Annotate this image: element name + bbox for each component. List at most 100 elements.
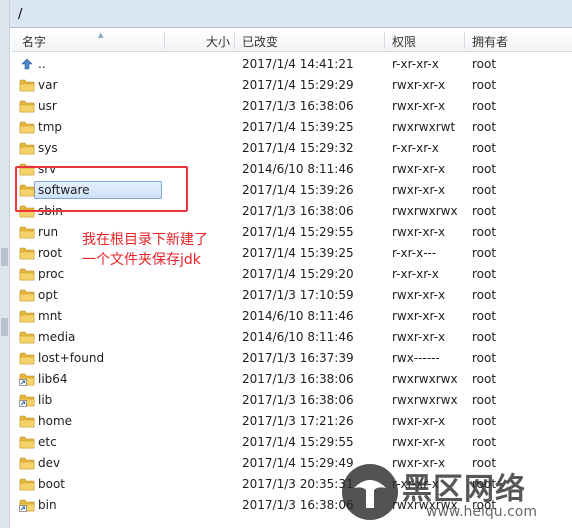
file-row[interactable]: boot 2017/1/3 20:35:31 r-xr-xr-x root — [12, 474, 572, 495]
file-permissions: rwxrwxrwx — [392, 393, 458, 407]
file-owner: root — [472, 99, 497, 113]
file-owner: root — [472, 225, 497, 239]
file-row[interactable]: .. 2017/1/4 14:41:21 r-xr-xr-x root — [12, 54, 572, 75]
folder-icon — [19, 288, 35, 302]
file-owner: root — [472, 372, 497, 386]
folder-icon — [19, 309, 35, 323]
file-row[interactable]: usr 2017/1/3 16:38:06 rwxr-xr-x root — [12, 96, 572, 117]
file-modified: 2017/1/4 15:29:55 — [242, 435, 354, 449]
file-permissions: rwxr-xr-x — [392, 183, 446, 197]
parent-dir-icon — [19, 57, 35, 71]
file-row[interactable]: bin 2017/1/3 16:38:06 rwxrwxrwx root — [12, 495, 572, 516]
file-permissions: rwxr-xr-x — [392, 456, 446, 470]
file-name: sys — [38, 141, 58, 155]
file-owner: root — [472, 351, 497, 365]
folder-icon — [19, 141, 35, 155]
file-modified: 2017/1/4 15:29:29 — [242, 78, 354, 92]
pane-splitter-mark[interactable] — [1, 318, 8, 336]
file-owner: root — [472, 204, 497, 218]
file-name: root — [38, 246, 63, 260]
pane-splitter-mark[interactable] — [1, 248, 8, 266]
file-modified: 2017/1/4 15:39:25 — [242, 120, 354, 134]
file-modified: 2017/1/4 15:29:55 — [242, 225, 354, 239]
file-modified: 2017/1/4 15:39:25 — [242, 246, 354, 260]
file-row[interactable]: lib64 2017/1/3 16:38:06 rwxrwxrwx root — [12, 369, 572, 390]
file-permissions: rwxrwxrwx — [392, 498, 458, 512]
file-owner: root — [472, 456, 497, 470]
file-modified: 2014/6/10 8:11:46 — [242, 162, 354, 176]
folder-icon — [19, 99, 35, 113]
folder-icon — [19, 78, 35, 92]
file-permissions: rwxr-xr-x — [392, 99, 446, 113]
file-modified: 2017/1/4 15:39:26 — [242, 183, 354, 197]
sort-ascending-icon: ▲ — [98, 31, 104, 39]
folder-icon — [19, 435, 35, 449]
file-modified: 2017/1/3 16:38:06 — [242, 204, 354, 218]
annotation-line: 我在根目录下新建了 — [82, 232, 208, 248]
path-bar[interactable]: / — [10, 0, 572, 28]
file-owner: root — [472, 477, 497, 491]
file-modified: 2017/1/4 14:41:21 — [242, 57, 354, 71]
file-permissions: r-xr-x--- — [392, 246, 437, 260]
folder-link-icon — [19, 498, 35, 512]
file-owner: root — [472, 162, 497, 176]
column-header-name[interactable]: 名字 — [22, 33, 46, 50]
file-name: .. — [38, 57, 46, 71]
file-row[interactable]: dev 2017/1/4 15:29:49 rwxr-xr-x root — [12, 453, 572, 474]
column-divider[interactable] — [234, 32, 235, 49]
file-name: opt — [38, 288, 58, 302]
column-divider[interactable] — [164, 32, 165, 49]
file-name: software — [38, 183, 90, 197]
file-permissions: rwxr-xr-x — [392, 414, 446, 428]
file-name: bin — [38, 498, 57, 512]
file-permissions: rwxr-xr-x — [392, 288, 446, 302]
column-header-modified[interactable]: 已改变 — [242, 33, 278, 50]
file-owner: root — [472, 120, 497, 134]
column-divider[interactable] — [384, 32, 385, 49]
file-name: mnt — [38, 309, 62, 323]
file-modified: 2017/1/3 17:21:26 — [242, 414, 354, 428]
file-row[interactable]: mnt 2014/6/10 8:11:46 rwxr-xr-x root — [12, 306, 572, 327]
file-permissions: rwxrwxrwx — [392, 372, 458, 386]
annotation-line: 一个文件夹保存jdk — [82, 252, 201, 268]
current-path: / — [18, 7, 23, 22]
file-modified: 2017/1/3 16:37:39 — [242, 351, 354, 365]
file-row[interactable]: home 2017/1/3 17:21:26 rwxr-xr-x root — [12, 411, 572, 432]
file-name: lost+found — [38, 351, 105, 365]
file-owner: root — [472, 393, 497, 407]
file-row[interactable]: etc 2017/1/4 15:29:55 rwxr-xr-x root — [12, 432, 572, 453]
file-name: etc — [38, 435, 57, 449]
file-row[interactable]: sys 2017/1/4 15:29:32 r-xr-xr-x root — [12, 138, 572, 159]
file-owner: root — [472, 78, 497, 92]
folder-icon — [19, 330, 35, 344]
file-permissions: r-xr-xr-x — [392, 477, 439, 491]
file-row[interactable]: tmp 2017/1/4 15:39:25 rwxrwxrwt root — [12, 117, 572, 138]
file-name: media — [38, 330, 76, 344]
file-owner: root — [472, 267, 497, 281]
file-name: var — [38, 78, 58, 92]
file-permissions: rwxr-xr-x — [392, 309, 446, 323]
column-header-size[interactable]: 大小 — [206, 33, 230, 50]
folder-icon — [19, 246, 35, 260]
file-row[interactable]: var 2017/1/4 15:29:29 rwxr-xr-x root — [12, 75, 572, 96]
file-name: tmp — [38, 120, 63, 134]
column-header-permissions[interactable]: 权限 — [392, 33, 416, 50]
file-row[interactable]: lib 2017/1/3 16:38:06 rwxrwxrwx root — [12, 390, 572, 411]
file-permissions: rwxrwxrwt — [392, 120, 456, 134]
file-row[interactable]: lost+found 2017/1/3 16:37:39 rwx------ root — [12, 348, 572, 369]
file-modified: 2017/1/3 17:10:59 — [242, 288, 354, 302]
file-row[interactable]: media 2014/6/10 8:11:46 rwxr-xr-x root — [12, 327, 572, 348]
file-owner: root — [472, 414, 497, 428]
file-name: dev — [38, 456, 61, 470]
file-name: proc — [38, 267, 65, 281]
file-modified: 2017/1/3 16:38:06 — [242, 99, 354, 113]
column-header-owner[interactable]: 拥有者 — [472, 33, 508, 50]
file-modified: 2014/6/10 8:11:46 — [242, 309, 354, 323]
file-owner: root — [472, 246, 497, 260]
column-divider[interactable] — [464, 32, 465, 49]
file-permissions: rwxr-xr-x — [392, 330, 446, 344]
file-permissions: rwxr-xr-x — [392, 162, 446, 176]
file-row[interactable]: opt 2017/1/3 17:10:59 rwxr-xr-x root — [12, 285, 572, 306]
file-list-header: 名字 ▲ 大小 已改变 权限 拥有者 — [12, 30, 572, 52]
folder-icon — [19, 414, 35, 428]
